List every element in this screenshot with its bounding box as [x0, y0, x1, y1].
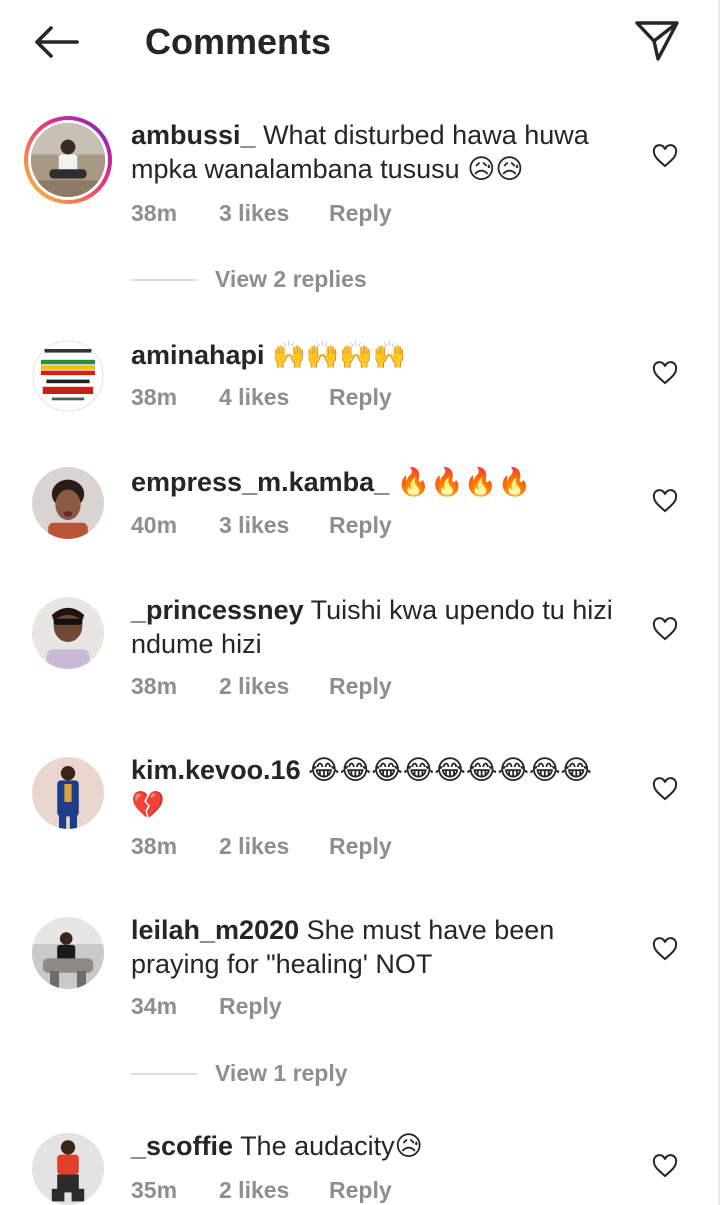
- profile-photo: [32, 340, 104, 412]
- username[interactable]: _princessney: [131, 595, 304, 625]
- heart-icon[interactable]: [652, 777, 678, 801]
- heart-icon[interactable]: [652, 937, 678, 961]
- profile-photo: [32, 1133, 104, 1205]
- share-button[interactable]: [632, 16, 682, 66]
- username[interactable]: kim.kevoo.16: [131, 755, 301, 785]
- comment-body: kim.kevoo.16 😂😂😂😂😂😂😂😂😂 💔: [131, 753, 626, 823]
- heart-icon[interactable]: [652, 489, 678, 513]
- comment-body: _princessney Tuishi kwa upendo tu hizi n…: [131, 593, 626, 661]
- avatar[interactable]: [32, 917, 104, 989]
- comment-time: 35m: [131, 1177, 178, 1203]
- comment-meta: 38m 3 likes Reply: [131, 199, 392, 227]
- comment-body: leilah_m2020 She must have been praying …: [131, 913, 626, 981]
- paper-plane-icon: [635, 21, 679, 61]
- avatar[interactable]: [32, 757, 104, 829]
- username[interactable]: empress_m.kamba_: [131, 467, 389, 497]
- reply-button[interactable]: Reply: [329, 1176, 392, 1204]
- heart-icon[interactable]: [652, 361, 678, 385]
- profile-photo: [32, 467, 104, 539]
- comment-meta: 38m 2 likes Reply: [131, 832, 392, 860]
- profile-photo: [32, 597, 104, 669]
- page-title: Comments: [145, 21, 332, 62]
- reply-button[interactable]: Reply: [329, 672, 392, 700]
- comment-emoji: 😥😥: [467, 154, 524, 185]
- avatar[interactable]: [32, 467, 104, 539]
- comment-time: 38m: [131, 833, 178, 859]
- back-button[interactable]: [30, 18, 82, 66]
- comment-emoji: 😥: [394, 1131, 423, 1162]
- replies-divider: [131, 1072, 197, 1075]
- view-replies-button[interactable]: View 2 replies: [131, 266, 367, 293]
- avatar[interactable]: [32, 1133, 104, 1205]
- username[interactable]: ambussi_: [131, 120, 256, 150]
- comment-emoji: 🔥🔥🔥🔥: [396, 467, 532, 498]
- avatar[interactable]: [32, 597, 104, 669]
- view-replies-label: View 1 reply: [215, 1060, 348, 1086]
- heart-icon[interactable]: [652, 617, 678, 641]
- reply-button[interactable]: Reply: [219, 992, 282, 1020]
- comment-time: 40m: [131, 512, 178, 538]
- reply-button[interactable]: Reply: [329, 832, 392, 860]
- username[interactable]: leilah_m2020: [131, 915, 299, 945]
- header: Comments: [0, 0, 720, 82]
- comment-time: 38m: [131, 200, 178, 226]
- reply-button[interactable]: Reply: [329, 383, 392, 411]
- avatar[interactable]: [32, 340, 104, 412]
- arrow-left-icon: [35, 26, 79, 58]
- username[interactable]: aminahapi: [131, 340, 265, 370]
- comment-time: 38m: [131, 673, 178, 699]
- comment-likes[interactable]: 4 likes: [219, 383, 329, 411]
- comment-likes[interactable]: 2 likes: [219, 832, 329, 860]
- comment-meta: 38m 2 likes Reply: [131, 672, 392, 700]
- profile-photo: [31, 123, 105, 197]
- comment-likes[interactable]: 3 likes: [219, 199, 329, 227]
- comment-time: 34m: [131, 993, 178, 1019]
- comment-body: _scoffie The audacity😥: [131, 1129, 626, 1164]
- reply-button[interactable]: Reply: [329, 199, 392, 227]
- avatar[interactable]: [24, 116, 112, 204]
- comment-time: 38m: [131, 384, 178, 410]
- profile-photo: [32, 757, 104, 829]
- heart-icon[interactable]: [652, 1154, 678, 1178]
- comment-meta: 40m 3 likes Reply: [131, 511, 392, 539]
- comment-body: ambussi_ What disturbed hawa huwa mpka w…: [131, 118, 626, 187]
- heart-icon[interactable]: [652, 144, 678, 168]
- comment-text: The audacity: [240, 1131, 395, 1161]
- comment-emoji: 🙌🙌🙌🙌: [272, 340, 407, 371]
- replies-divider: [131, 278, 197, 281]
- comment-body: empress_m.kamba_ 🔥🔥🔥🔥: [131, 465, 626, 500]
- comment-likes[interactable]: 2 likes: [219, 672, 329, 700]
- view-replies-button[interactable]: View 1 reply: [131, 1060, 348, 1087]
- comment-likes[interactable]: 3 likes: [219, 511, 329, 539]
- comment-likes[interactable]: 2 likes: [219, 1176, 329, 1204]
- comment-meta: 34m Reply: [131, 992, 282, 1020]
- comment-meta: 38m 4 likes Reply: [131, 383, 392, 411]
- view-replies-label: View 2 replies: [215, 266, 367, 292]
- profile-photo: [32, 917, 104, 989]
- comment-meta: 35m 2 likes Reply: [131, 1176, 392, 1204]
- username[interactable]: _scoffie: [131, 1131, 233, 1161]
- reply-button[interactable]: Reply: [329, 511, 392, 539]
- comment-body: aminahapi 🙌🙌🙌🙌: [131, 338, 626, 373]
